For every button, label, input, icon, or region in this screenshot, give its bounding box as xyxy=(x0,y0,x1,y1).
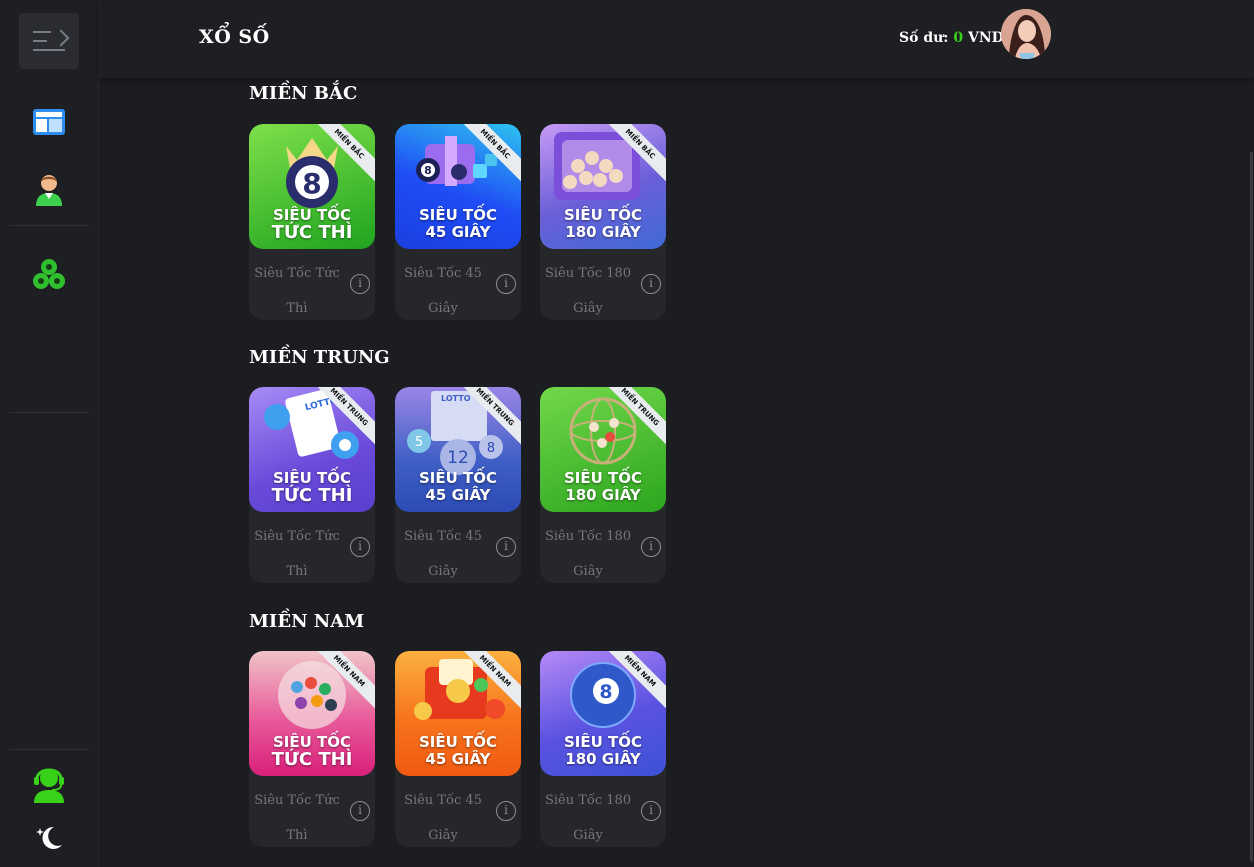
game-label-line2: TỨC THÌ xyxy=(271,222,353,243)
game-thumbnail: MIỀN TRUNG SIÊU TỐC 180 GIÂY xyxy=(540,387,666,512)
lottery-balls-icon[interactable] xyxy=(29,255,69,295)
game-card[interactable]: MIỀN BẮC SIÊU TỐC 180 GIÂY Siêu Tốc 180 G… xyxy=(540,124,666,320)
game-card[interactable]: MIỀN TRUNG SIÊU TỐC 180 GIÂY Siêu Tốc 18… xyxy=(540,387,666,583)
game-label-line2: TỨC THÌ xyxy=(271,749,353,770)
game-name: Siêu Tốc Tức Thì xyxy=(254,793,340,843)
svg-text:8: 8 xyxy=(424,164,432,177)
game-name: Siêu Tốc Tức Thì xyxy=(254,529,340,579)
svg-text:5: 5 xyxy=(415,435,423,450)
game-label-line2: TỨC THÌ xyxy=(271,485,353,506)
game-card[interactable]: 8 MIỀN BẮC SIÊU TỐC 45 GIÂY Siêu Tốc 45 G… xyxy=(395,124,521,320)
game-label-line1: SIÊU TỐC xyxy=(563,469,643,487)
theme-moon-icon[interactable] xyxy=(29,818,69,858)
game-label-line2: 45 GIÂY xyxy=(425,750,491,768)
avatar[interactable] xyxy=(1001,9,1051,59)
game-name: Siêu Tốc 180 Giây xyxy=(544,793,632,843)
header: XỔ SỐ Số dư: 0 VND xyxy=(99,0,1254,78)
game-thumbnail: 8 MIỀN BẮC SIÊU TỐC TỨC THÌ xyxy=(249,124,375,249)
game-label-line1: SIÊU TỐC xyxy=(563,733,643,751)
balance-display: Số dư: 0 VND xyxy=(899,30,1004,46)
game-name: Siêu Tốc 45 Giây xyxy=(404,266,482,316)
balance-label: Số dư: xyxy=(899,30,949,46)
game-label-line2: 180 GIÂY xyxy=(565,486,641,504)
info-icon[interactable]: i xyxy=(350,274,370,294)
game-thumbnail: LOTTO 5 12 8 MIỀN TRUNG SIÊU TỐC 45 GIÂY xyxy=(395,387,521,512)
game-thumbnail: 8 MIỀN NAM SIÊU TỐC 180 GIÂY xyxy=(540,651,666,776)
profile-icon[interactable] xyxy=(29,169,69,209)
game-thumbnail: MIỀN NAM SIÊU TỐC 45 GIÂY xyxy=(395,651,521,776)
page-title: XỔ SỐ xyxy=(199,26,270,48)
section-title-mien-nam: MIỀN NAM xyxy=(249,611,365,632)
info-icon[interactable]: i xyxy=(641,537,661,557)
game-card[interactable]: LOTTO MIỀN TRUNG SIÊU TỐC TỨC THÌ Siêu T… xyxy=(249,387,375,583)
svg-text:8: 8 xyxy=(487,441,495,456)
game-label-line1: SIÊU TỐC xyxy=(418,733,498,751)
game-thumbnail: 8 MIỀN BẮC SIÊU TỐC 45 GIÂY xyxy=(395,124,521,249)
game-label-line1: SIÊU TỐC xyxy=(418,206,498,224)
game-label-line2: 45 GIÂY xyxy=(425,486,491,504)
scrollbar[interactable] xyxy=(1250,152,1253,862)
sidebar xyxy=(0,0,99,867)
section-title-mien-bac: MIỀN BẮC xyxy=(249,83,358,104)
game-label-line1: SIÊU TỐC xyxy=(563,206,643,224)
game-label-line2: 180 GIÂY xyxy=(565,750,641,768)
info-icon[interactable]: i xyxy=(496,274,516,294)
game-label-line2: 180 GIÂY xyxy=(565,223,641,241)
info-icon[interactable]: i xyxy=(350,537,370,557)
game-thumbnail: MIỀN NAM SIÊU TỐC TỨC THÌ xyxy=(249,651,375,776)
svg-text:8: 8 xyxy=(599,681,612,703)
support-agent-icon[interactable] xyxy=(29,764,69,804)
game-card[interactable]: 8 MIỀN BẮC SIÊU TỐC TỨC THÌ Siêu Tốc Tức… xyxy=(249,124,375,320)
balance-amount: 0 xyxy=(953,30,964,46)
game-name: Siêu Tốc 45 Giây xyxy=(404,793,482,843)
dashboard-icon[interactable] xyxy=(29,102,69,142)
game-name: Siêu Tốc 45 Giây xyxy=(404,529,482,579)
svg-text:8: 8 xyxy=(302,167,321,200)
game-card[interactable]: LOTTO 5 12 8 MIỀN TRUNG SIÊU TỐC 45 GIÂY Si… xyxy=(395,387,521,583)
info-icon[interactable]: i xyxy=(496,537,516,557)
game-card[interactable]: 8 MIỀN NAM SIÊU TỐC 180 GIÂY Siêu Tốc 18… xyxy=(540,651,666,847)
info-icon[interactable]: i xyxy=(350,801,370,821)
game-thumbnail: LOTTO MIỀN TRUNG SIÊU TỐC TỨC THÌ xyxy=(249,387,375,512)
game-label-line1: SIÊU TỐC xyxy=(418,469,498,487)
game-label-line2: 45 GIÂY xyxy=(425,223,491,241)
section-title-mien-trung: MIỀN TRUNG xyxy=(249,347,390,368)
game-name: Siêu Tốc 180 Giây xyxy=(544,529,632,579)
svg-text:12: 12 xyxy=(447,448,469,468)
info-icon[interactable]: i xyxy=(641,274,661,294)
main-content: MIỀN BẮC 8 MIỀN BẮC SIÊU TỐC TỨC THÌ Siê… xyxy=(99,78,1244,867)
game-name: Siêu Tốc Tức Thì xyxy=(254,266,340,316)
game-thumbnail: MIỀN BẮC SIÊU TỐC 180 GIÂY xyxy=(540,124,666,249)
svg-text:LOTTO: LOTTO xyxy=(441,394,471,403)
balance-currency: VND xyxy=(967,30,1004,46)
info-icon[interactable]: i xyxy=(641,801,661,821)
info-icon[interactable]: i xyxy=(496,801,516,821)
game-card[interactable]: MIỀN NAM SIÊU TỐC 45 GIÂY Siêu Tốc 45 Giâ… xyxy=(395,651,521,847)
game-card[interactable]: MIỀN NAM SIÊU TỐC TỨC THÌ Siêu Tốc Tức Th… xyxy=(249,651,375,847)
game-name: Siêu Tốc 180 Giây xyxy=(544,266,632,316)
menu-toggle-button[interactable] xyxy=(19,13,79,69)
